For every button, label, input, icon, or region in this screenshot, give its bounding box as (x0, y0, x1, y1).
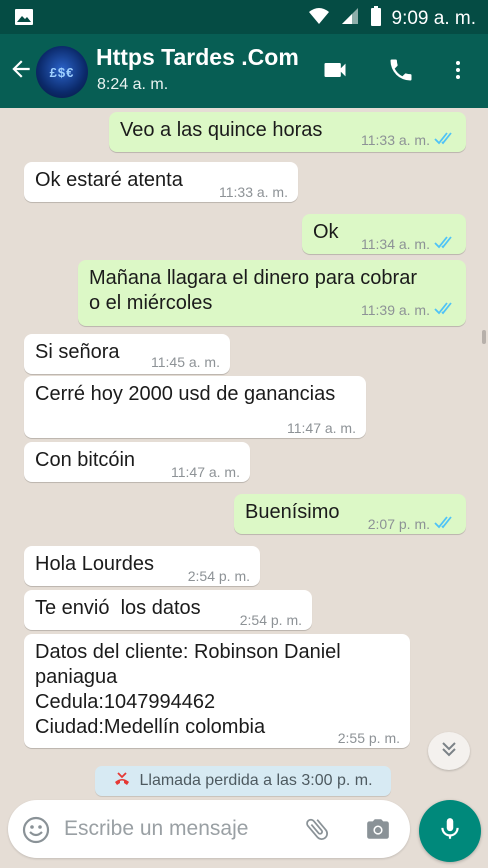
message-text: Ok (313, 221, 339, 243)
message-time: 2:07 p. m. (367, 516, 430, 532)
attach-icon[interactable] (303, 814, 331, 849)
message-time: 11:33 a. m. (360, 132, 430, 148)
message-incoming[interactable]: Te envió los datos 2:54 p. m. (24, 590, 312, 630)
status-time: 9:09 a. m. (391, 7, 477, 29)
message-incoming[interactable]: Cerré hoy 2000 usd de ganancias 11:47 a.… (24, 376, 366, 438)
message-incoming[interactable]: Si señora 11:45 a. m. (24, 334, 230, 374)
avatar[interactable]: £$€ (36, 46, 88, 98)
back-arrow-icon[interactable] (8, 56, 34, 87)
message-time: 11:47 a. m. (170, 464, 240, 480)
double-check-icon (434, 298, 456, 323)
battery-icon (370, 6, 382, 31)
mic-icon (437, 814, 463, 849)
message-text: Cerré hoy 2000 usd de ganancias (35, 383, 336, 405)
message-time: 2:55 p. m. (337, 730, 400, 746)
double-check-icon (434, 232, 456, 257)
double-check-icon (434, 128, 456, 153)
message-outgoing[interactable]: Buenísimo 2:07 p. m. (234, 494, 466, 534)
message-incoming[interactable]: Datos del cliente: Robinson Daniel pania… (24, 634, 410, 748)
last-seen: 8:24 a. m. (97, 76, 169, 93)
message-text-line: Mañana llagara el dinero para cobrar (89, 267, 417, 289)
message-time: 11:39 a. m. (360, 302, 430, 318)
message-time: 2:54 p. m. (239, 612, 302, 628)
message-text: Ok estaré atenta (35, 169, 183, 191)
message-text: Veo a las quince horas (120, 119, 323, 141)
image-icon (14, 8, 34, 31)
message-incoming[interactable]: Ok estaré atenta 11:33 a. m. (24, 162, 298, 202)
signal-icon (340, 7, 360, 30)
message-text: Te envió los datos (35, 597, 201, 619)
message-text: Hola Lourdes (35, 553, 154, 575)
camera-icon[interactable] (364, 816, 392, 847)
message-time: 11:33 a. m. (218, 184, 288, 200)
message-input[interactable]: Escribe un mensaje (64, 817, 248, 841)
missed-call-icon (113, 771, 131, 792)
missed-call-notice[interactable]: Llamada perdida a las 3:00 p. m. (95, 766, 391, 796)
chat-area[interactable]: Veo a las quince horas 11:33 a. m. Ok es… (0, 108, 488, 798)
message-outgoing[interactable]: Veo a las quince horas 11:33 a. m. (109, 112, 466, 152)
message-composer[interactable]: Escribe un mensaje (8, 800, 410, 858)
status-icons: 9:09 a. m. (308, 6, 477, 31)
message-time: 11:45 a. m. (150, 354, 220, 370)
message-time: 2:54 p. m. (187, 568, 250, 584)
message-text-line: Cedula:1047994462 (35, 691, 216, 713)
message-text: Si señora (35, 341, 120, 363)
wifi-icon (308, 7, 330, 30)
message-text: Buenísimo (245, 501, 340, 523)
contact-name[interactable]: Https Tardes .Com (96, 44, 299, 71)
message-text-line: Datos del cliente: Robinson Daniel (35, 641, 341, 663)
message-outgoing[interactable]: Ok 11:34 a. m. (302, 214, 466, 254)
message-time: 11:47 a. m. (286, 420, 356, 436)
video-call-icon[interactable] (320, 56, 350, 89)
missed-call-text: Llamada perdida a las 3:00 p. m. (139, 772, 373, 789)
mic-button[interactable] (419, 800, 481, 862)
message-text-line: paniagua (35, 666, 118, 688)
chat-header: £$€ Https Tardes .Com 8:24 a. m. (0, 34, 488, 108)
status-bar: 9:09 a. m. (0, 0, 488, 34)
message-incoming[interactable]: Con bitcóin 11:47 a. m. (24, 442, 250, 482)
message-outgoing[interactable]: Mañana llagara el dinero para cobrar o e… (78, 260, 466, 326)
scrollbar[interactable] (482, 330, 486, 344)
message-incoming[interactable]: Hola Lourdes 2:54 p. m. (24, 546, 260, 586)
message-text: Con bitcóin (35, 449, 136, 471)
scroll-down-button[interactable] (428, 732, 470, 770)
message-text-line: Ciudad:Medellín colombia (35, 716, 266, 738)
double-check-icon (434, 512, 456, 537)
chevron-down-icon (439, 739, 459, 764)
message-time: 11:34 a. m. (360, 236, 430, 252)
phone-icon[interactable] (387, 56, 415, 89)
emoji-icon[interactable] (22, 816, 50, 849)
more-vert-icon[interactable] (446, 56, 470, 89)
